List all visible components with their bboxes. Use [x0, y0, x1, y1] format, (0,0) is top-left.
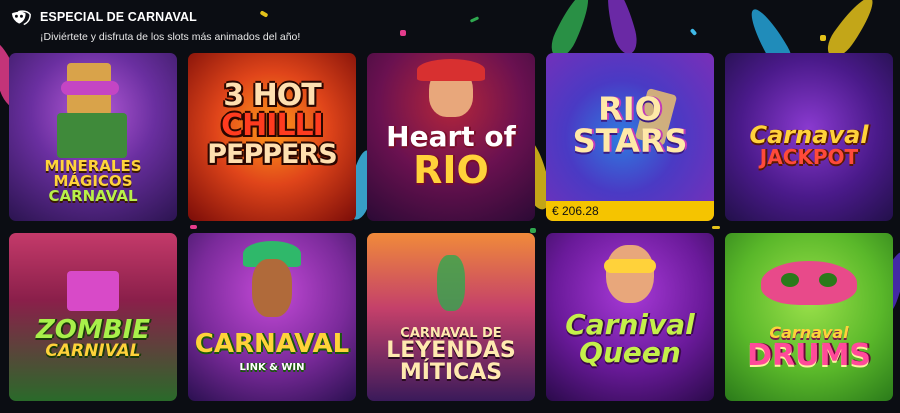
game-logo-line: Carnaval	[749, 121, 869, 149]
section-subtitle: ¡Diviértete y disfruta de los slots más …	[40, 31, 301, 43]
game-logo-line: LEYENDAS	[386, 338, 516, 363]
game-logo-line: LINK & WIN	[239, 362, 305, 373]
game-logo-line: CHILLI	[221, 108, 324, 143]
game-tile-carnaval-jackpot[interactable]: Carnaval JACKPOT	[725, 53, 893, 221]
carnival-mask-icon	[11, 10, 31, 26]
section-title: ESPECIAL DE CARNAVAL	[40, 10, 197, 24]
game-logo-line: 3 HOT	[223, 78, 321, 113]
game-logo-line: CARNAVAL	[48, 187, 138, 205]
game-logo-line: DRUMS	[747, 338, 871, 373]
game-logo-line: Carnival	[565, 308, 695, 341]
game-thumbnail	[188, 233, 356, 401]
game-tile-3-hot-chilli-peppers[interactable]: 3 HOT CHILLI PEPPERS	[188, 53, 356, 221]
game-logo-line: Heart of	[386, 120, 516, 153]
game-tile-zombie-carnival[interactable]: ZOMBIE CARNIVAL	[9, 233, 177, 401]
game-logo-line: CARNAVAL	[194, 329, 350, 359]
game-tile-carnaval-link-win[interactable]: CARNAVAL LINK & WIN	[188, 233, 356, 401]
game-logo-line: Queen	[579, 336, 681, 369]
game-logo-line: CARNIVAL	[45, 341, 141, 361]
game-logo-line: RIO	[598, 90, 662, 128]
game-logo-line: MÍTICAS	[399, 360, 503, 385]
game-tile-heart-of-rio[interactable]: Heart of RIO	[367, 53, 535, 221]
game-logo-line: RIO	[413, 148, 489, 192]
game-tile-carnaval-drums[interactable]: Carnaval DRUMS	[725, 233, 893, 401]
game-logo-line: ZOMBIE	[35, 315, 151, 345]
game-thumbnail	[725, 233, 893, 401]
game-tile-carnival-queen[interactable]: Carnival Queen	[546, 233, 714, 401]
game-logo-line: STARS	[572, 122, 688, 160]
game-tile-rio-stars[interactable]: RIO STARS € 206.28	[546, 53, 714, 221]
game-tile-carnaval-de-leyendas-miticas[interactable]: CARNAVAL DE LEYENDAS MÍTICAS	[367, 233, 535, 401]
jackpot-amount: € 206.28	[546, 201, 714, 221]
game-tile-minerales-magicos-carnaval[interactable]: MINERALES MÁGICOS CARNAVAL	[9, 53, 177, 221]
game-logo-line: PEPPERS	[207, 139, 338, 170]
game-logo-line: JACKPOT	[759, 145, 859, 169]
